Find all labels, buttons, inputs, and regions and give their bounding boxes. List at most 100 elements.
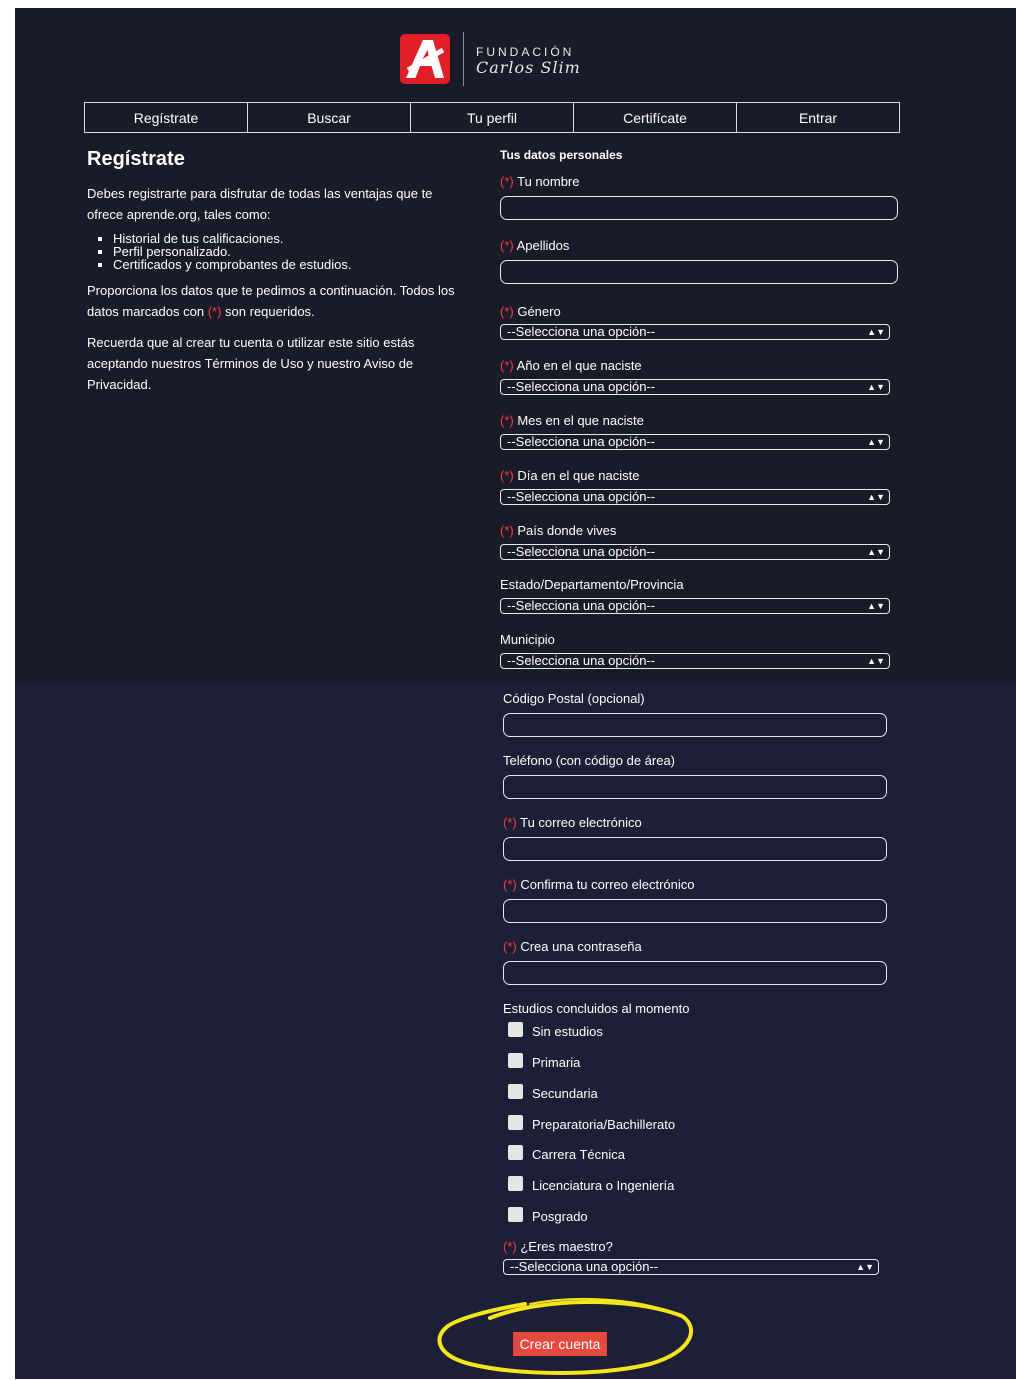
nombre-input[interactable]: [500, 196, 898, 220]
select-value: --Selecciona una opción--: [507, 653, 656, 668]
codigo-postal-input[interactable]: [503, 713, 887, 737]
checkbox-secundaria[interactable]: [508, 1084, 523, 1099]
required-mark: (*): [503, 939, 517, 954]
select-arrows-icon: ▲▼: [867, 547, 885, 557]
nav-tu-perfil[interactable]: Tu perfil: [411, 103, 574, 132]
required-note: Proporciona los datos que te pedimos a c…: [87, 280, 467, 322]
select-arrows-icon: ▲▼: [867, 437, 885, 447]
label-text: Crea una contraseña: [520, 939, 642, 954]
checkbox-label: Posgrado: [532, 1209, 588, 1224]
page: FUNDACIÓN Carlos Slim Regístrate Buscar …: [0, 0, 1016, 1379]
benefits-list: Historial de tus calificaciones. Perfil …: [87, 232, 467, 271]
checkbox-carrera-tecnica[interactable]: [508, 1145, 523, 1160]
estado-select[interactable]: --Selecciona una opción-- ▲▼: [500, 598, 890, 614]
select-value: --Selecciona una opción--: [510, 1259, 659, 1274]
confirma-correo-input[interactable]: [503, 899, 887, 923]
nav-entrar[interactable]: Entrar: [737, 103, 899, 132]
select-value: --Selecciona una opción--: [507, 489, 656, 504]
checkbox-label: Sin estudios: [532, 1024, 603, 1039]
select-arrows-icon: ▲▼: [867, 656, 885, 666]
label-correo: (*) Tu correo electrónico: [503, 815, 642, 830]
maestro-select[interactable]: --Selecciona una opción-- ▲▼: [503, 1259, 879, 1275]
select-value: --Selecciona una opción--: [507, 598, 656, 613]
label-text: ¿Eres maestro?: [520, 1239, 613, 1254]
label-text: Año en el que naciste: [516, 358, 642, 373]
label-municipio: Municipio: [500, 632, 555, 647]
anio-select[interactable]: --Selecciona una opción-- ▲▼: [500, 379, 890, 395]
pais-select[interactable]: --Selecciona una opción-- ▲▼: [500, 544, 890, 560]
main-nav: Regístrate Buscar Tu perfil Certifícate …: [84, 102, 900, 133]
apellidos-input[interactable]: [500, 260, 898, 284]
page-title: Regístrate: [87, 148, 185, 170]
required-note-end: son requeridos.: [225, 304, 315, 319]
required-mark: (*): [500, 238, 514, 253]
select-value: --Selecciona una opción--: [507, 324, 656, 339]
label-contrasena: (*) Crea una contraseña: [503, 939, 642, 954]
nav-buscar[interactable]: Buscar: [248, 103, 411, 132]
select-arrows-icon: ▲▼: [856, 1262, 874, 1272]
required-mark: (*): [500, 413, 514, 428]
required-mark: (*): [503, 815, 517, 830]
label-estudios: Estudios concluidos al momento: [503, 1001, 690, 1016]
logo-divider: [463, 32, 464, 86]
logo-a-icon: [406, 40, 445, 78]
label-genero: (*) Género: [500, 304, 561, 319]
label-pais: (*) País donde vives: [500, 523, 616, 538]
select-value: --Selecciona una opción--: [507, 544, 656, 559]
required-mark: (*): [500, 523, 514, 538]
checkbox-primaria[interactable]: [508, 1053, 523, 1068]
checkbox-label: Licenciatura o Ingeniería: [532, 1178, 675, 1193]
required-mark: (*): [500, 174, 514, 189]
correo-input[interactable]: [503, 837, 887, 861]
label-anio: (*) Año en el que naciste: [500, 358, 642, 373]
label-maestro: (*) ¿Eres maestro?: [503, 1239, 613, 1254]
label-confirma-correo: (*) Confirma tu correo electrónico: [503, 877, 694, 892]
page-margin: [0, 683, 15, 1379]
logo-text-carlos-slim: Carlos Slim: [476, 58, 581, 77]
select-value: --Selecciona una opción--: [507, 434, 656, 449]
label-nombre: (*) Tu nombre: [500, 174, 580, 189]
nav-registrate[interactable]: Regístrate: [85, 103, 248, 132]
required-mark: (*): [503, 877, 517, 892]
select-arrows-icon: ▲▼: [867, 382, 885, 392]
label-mes: (*) Mes en el que naciste: [500, 413, 644, 428]
dia-select[interactable]: --Selecciona una opción-- ▲▼: [500, 489, 890, 505]
checkbox-licenciatura[interactable]: [508, 1176, 523, 1191]
crear-cuenta-button[interactable]: Crear cuenta: [513, 1332, 607, 1356]
label-text: Apellidos: [516, 238, 570, 253]
logo[interactable]: [400, 34, 450, 84]
label-apellidos: (*) Apellidos: [500, 238, 569, 253]
checkbox-label: Primaria: [532, 1055, 581, 1070]
intro-text: Debes registrarte para disfrutar de toda…: [87, 186, 433, 222]
mes-select[interactable]: --Selecciona una opción-- ▲▼: [500, 434, 890, 450]
nav-certificate[interactable]: Certifícate: [574, 103, 737, 132]
intro-column: Regístrate Debes registrarte para disfru…: [87, 148, 467, 405]
label-text: Mes en el que naciste: [517, 413, 644, 428]
telefono-input[interactable]: [503, 775, 887, 799]
checkbox-preparatoria[interactable]: [508, 1115, 523, 1130]
required-mark: (*): [503, 1239, 517, 1254]
contrasena-input[interactable]: [503, 961, 887, 985]
required-mark: (*): [500, 358, 514, 373]
terms-note: Recuerda que al crear tu cuenta o utiliz…: [87, 335, 415, 392]
section-title: Tus datos personales: [500, 148, 623, 162]
benefit-item: Certificados y comprobantes de estudios.: [113, 258, 467, 271]
select-arrows-icon: ▲▼: [867, 492, 885, 502]
select-arrows-icon: ▲▼: [867, 601, 885, 611]
municipio-select[interactable]: --Selecciona una opción-- ▲▼: [500, 653, 890, 669]
label-codigo-postal: Código Postal (opcional): [503, 691, 645, 706]
label-dia: (*) Día en el que naciste: [500, 468, 639, 483]
logo-text-fundacion: FUNDACIÓN: [476, 45, 575, 59]
required-mark: (*): [207, 304, 222, 319]
checkbox-posgrado[interactable]: [508, 1207, 523, 1222]
genero-select[interactable]: --Selecciona una opción-- ▲▼: [500, 324, 890, 340]
label-text: Tu nombre: [517, 174, 580, 189]
label-text: Tu correo electrónico: [520, 815, 642, 830]
checkbox-sin-estudios[interactable]: [508, 1022, 523, 1037]
label-text: Género: [517, 304, 561, 319]
checkbox-label: Preparatoria/Bachillerato: [532, 1117, 676, 1132]
select-value: --Selecciona una opción--: [507, 379, 656, 394]
required-mark: (*): [500, 468, 514, 483]
label-text: País donde vives: [517, 523, 617, 538]
checkbox-label: Carrera Técnica: [532, 1147, 625, 1162]
